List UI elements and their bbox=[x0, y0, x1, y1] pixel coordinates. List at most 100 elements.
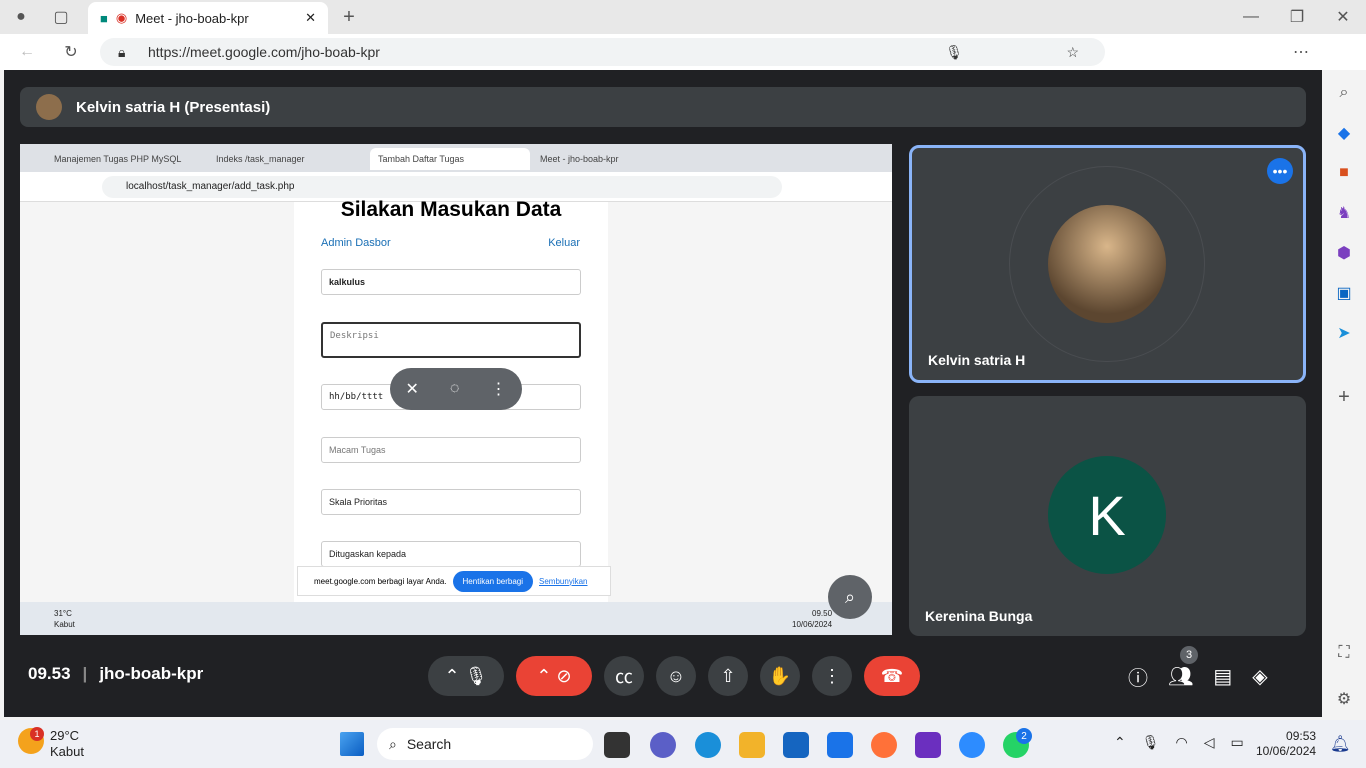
games-icon[interactable]: ♞ bbox=[1333, 202, 1355, 224]
weather-widget[interactable]: 29°C Kabut bbox=[50, 728, 84, 760]
zoom-app-icon[interactable] bbox=[959, 732, 985, 758]
shopping-icon[interactable]: ◆ bbox=[1333, 122, 1355, 144]
mic-off-icon: ✕ bbox=[405, 381, 419, 398]
captions-button[interactable]: ㏄ bbox=[604, 656, 644, 696]
weather-desc: Kabut bbox=[50, 744, 84, 759]
tile-options-icon[interactable]: ••• bbox=[1267, 158, 1293, 184]
close-tab-icon[interactable]: ✕ bbox=[305, 10, 316, 26]
recording-icon: ◉ bbox=[115, 10, 128, 25]
send-icon[interactable]: ➤ bbox=[1333, 322, 1355, 344]
shared-screen: Manajemen Tugas PHP MySQL Indeks /task_m… bbox=[20, 144, 892, 635]
shared-weather: 31°C Kabut bbox=[54, 609, 75, 629]
meet-icon: ■ bbox=[100, 10, 108, 26]
meet-controls-bar: 09.53 | jho-boab-kpr ⌃ 🎙 ⌃ ⊘ ㏄ ☺ ⇧ ✋ ⋮ ☎… bbox=[4, 646, 1322, 702]
search-icon: ⌕ bbox=[389, 735, 397, 752]
copilot-icon[interactable]: ⬢ bbox=[1333, 242, 1355, 264]
search-icon[interactable]: ⌕ bbox=[1333, 82, 1355, 104]
mic-icon[interactable]: 🎙 bbox=[945, 38, 963, 66]
activities-icon[interactable]: ◈ bbox=[1252, 664, 1267, 689]
teams-icon[interactable] bbox=[650, 732, 676, 758]
maximize-icon[interactable]: ❐ bbox=[1286, 6, 1308, 28]
chevron-up-icon[interactable]: ⌃ bbox=[1114, 734, 1126, 751]
more-icon[interactable]: ⋯ bbox=[1290, 41, 1312, 63]
emoji-button[interactable]: ☺ bbox=[656, 656, 696, 696]
share-notice-text: meet.google.com berbagi layar Anda. bbox=[314, 576, 447, 586]
zoom-icon[interactable]: ⌕ bbox=[828, 575, 872, 619]
assign-select: Ditugaskan kepada bbox=[321, 541, 581, 567]
presenter-overlay-controls: ✕ ◌ ⋮ bbox=[390, 368, 522, 410]
people-icon[interactable]: 👥︎ 3 bbox=[1168, 646, 1198, 689]
volume-icon[interactable]: ◁ bbox=[1204, 734, 1215, 751]
presenter-avatar bbox=[36, 94, 62, 120]
meet-side-controls: ⓘ 👥︎ 3 ▤ ◈ bbox=[1128, 646, 1268, 691]
shared-tab-4: Meet - jho-boab-kpr bbox=[540, 154, 619, 164]
shared-tab-3: Tambah Daftar Tugas bbox=[370, 148, 530, 170]
folder-icon[interactable] bbox=[739, 732, 765, 758]
back-icon[interactable]: ← bbox=[16, 41, 38, 63]
browser-tab-bar: ● ▢ ■ ◉ Meet - jho-boab-kpr ✕ + — ❐ ✕ bbox=[0, 0, 1366, 34]
store-icon[interactable] bbox=[783, 732, 809, 758]
url-text: https://meet.google.com/jho-boab-kpr bbox=[148, 44, 380, 60]
mic-button[interactable]: ⌃ 🎙 bbox=[428, 656, 504, 696]
participant-tile-kelvin[interactable]: ••• Kelvin satria H bbox=[909, 145, 1306, 383]
profile-icon[interactable]: ● bbox=[10, 6, 32, 28]
firefox-icon[interactable] bbox=[871, 732, 897, 758]
lock-icon: 🔒︎ bbox=[118, 44, 126, 60]
mic-icon[interactable]: 🎙 bbox=[1142, 734, 1160, 751]
weather-badge: 1 bbox=[30, 727, 44, 741]
minimize-icon[interactable]: — bbox=[1240, 6, 1262, 28]
add-sidebar-icon[interactable]: + bbox=[1333, 386, 1355, 408]
clock-time: 09:53 bbox=[1286, 729, 1317, 743]
more-options-button[interactable]: ⋮ bbox=[812, 656, 852, 696]
camera-button[interactable]: ⌃ ⊘ bbox=[516, 656, 592, 696]
edge-icon[interactable] bbox=[695, 732, 721, 758]
system-tray: ⌃ 🎙 ◠ ◁ ▭ bbox=[1114, 734, 1244, 751]
mail-icon[interactable] bbox=[827, 732, 853, 758]
participant-avatar-initial: K bbox=[1048, 456, 1166, 574]
more-options-icon: ⋮ bbox=[490, 381, 507, 398]
settings-icon[interactable]: ⚙ bbox=[1333, 688, 1355, 710]
address-bar[interactable]: 🔒︎ https://meet.google.com/jho-boab-kpr … bbox=[100, 38, 1105, 66]
tools-icon[interactable]: ■ bbox=[1333, 162, 1355, 184]
share-notice-bar: meet.google.com berbagi layar Anda. Hent… bbox=[297, 566, 611, 596]
present-button[interactable]: ⇧ bbox=[708, 656, 748, 696]
search-label: Search bbox=[406, 736, 452, 752]
outlook-icon[interactable]: ▣ bbox=[1333, 282, 1355, 304]
close-window-icon[interactable]: ✕ bbox=[1332, 6, 1354, 28]
call-controls: ⌃ 🎙 ⌃ ⊘ ㏄ ☺ ⇧ ✋ ⋮ ☎ bbox=[428, 656, 928, 696]
battery-icon[interactable]: ▭ bbox=[1231, 734, 1244, 751]
tab-actions-icon[interactable]: ▢ bbox=[50, 6, 72, 28]
start-icon[interactable] bbox=[340, 732, 364, 756]
file-icon[interactable] bbox=[604, 732, 630, 758]
participant-avatar-photo bbox=[1048, 205, 1166, 323]
end-call-button[interactable]: ☎ bbox=[864, 656, 920, 696]
clock[interactable]: 09:53 10/06/2024 bbox=[1256, 729, 1316, 759]
favorite-icon[interactable]: ☆ bbox=[1066, 38, 1079, 66]
stop-share-button: Hentikan berbagi bbox=[452, 570, 534, 592]
meeting-code: jho-boab-kpr bbox=[99, 664, 204, 683]
shared-clock: 09.50 10/06/2024 bbox=[792, 609, 833, 629]
participant-tile-kerenina[interactable]: K Kerenina Bunga bbox=[909, 396, 1306, 636]
participant-name: Kelvin satria H bbox=[928, 352, 1026, 368]
new-tab-icon[interactable]: + bbox=[338, 6, 360, 28]
whatsapp-badge: 2 bbox=[1016, 728, 1032, 744]
search-box[interactable]: ⌕ Search bbox=[377, 728, 593, 760]
meeting-info: 09.53 | jho-boab-kpr bbox=[28, 664, 204, 683]
vs-icon[interactable] bbox=[915, 732, 941, 758]
presenter-title: Kelvin satria H (Presentasi) bbox=[76, 98, 271, 116]
meeting-time: 09.53 bbox=[28, 664, 71, 683]
wifi-icon[interactable]: ◠ bbox=[1176, 734, 1188, 751]
clock-date: 10/06/2024 bbox=[1256, 744, 1317, 758]
notification-bell-icon[interactable]: 🔔︎ bbox=[1330, 734, 1350, 754]
hide-link: Sembunyikan bbox=[539, 576, 588, 586]
tab-meet[interactable]: ■ ◉ Meet - jho-boab-kpr ✕ bbox=[88, 2, 328, 34]
windows-taskbar: 1 29°C Kabut ⌕ Search ⌃ 🎙 ◠ ◁ ▭ 09:53 10… bbox=[0, 720, 1366, 768]
reload-icon[interactable]: ↻ bbox=[60, 41, 82, 63]
raise-hand-button[interactable]: ✋ bbox=[760, 656, 800, 696]
screenshot-icon[interactable]: ⛶ bbox=[1333, 642, 1355, 664]
logout-link: Keluar bbox=[548, 237, 580, 249]
admin-link: Admin Dasbor bbox=[321, 237, 391, 249]
info-icon[interactable]: ⓘ bbox=[1128, 662, 1148, 691]
chat-icon[interactable]: ▤ bbox=[1213, 664, 1232, 689]
shared-taskbar: 31°C Kabut 09.50 10/06/2024 bbox=[20, 602, 892, 635]
